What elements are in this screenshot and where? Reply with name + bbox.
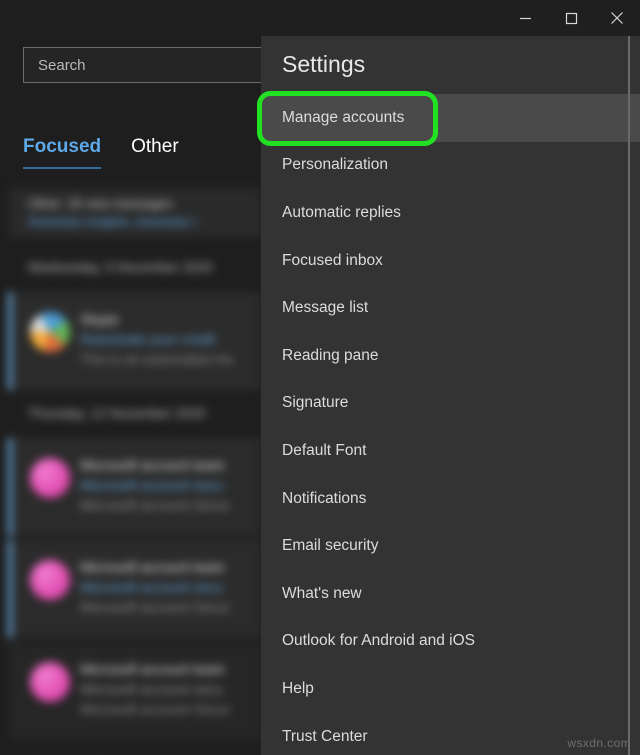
- maximize-icon: [565, 12, 578, 25]
- sender-name: Microsoft account team: [80, 559, 225, 575]
- date-separator: Thursday, 20 August 2020: [8, 744, 261, 755]
- sender-name: Skype: [80, 311, 119, 327]
- search-box[interactable]: [23, 47, 261, 83]
- preview-text: This is an automated me: [80, 351, 233, 367]
- settings-item-outlook-for-android-and-ios[interactable]: Outlook for Android and iOS: [261, 618, 640, 666]
- settings-item-label: Notifications: [282, 490, 366, 508]
- tab-other[interactable]: Other: [131, 134, 179, 169]
- outlook-mail-window: Focused Other Other: 25 new messages Asa…: [0, 0, 640, 755]
- settings-item-signature[interactable]: Signature: [261, 380, 640, 428]
- settings-item-reading-pane[interactable]: Reading pane: [261, 332, 640, 380]
- settings-item-label: Reading pane: [282, 347, 379, 365]
- minimize-button[interactable]: [502, 0, 548, 36]
- settings-item-label: Signature: [282, 394, 348, 412]
- title-bar: [0, 0, 640, 36]
- selection-indicator: [8, 292, 12, 390]
- settings-item-automatic-replies[interactable]: Automatic replies: [261, 189, 640, 237]
- settings-item-default-font[interactable]: Default Font: [261, 427, 640, 475]
- watermark: wsxdn.com: [567, 736, 631, 750]
- preview-text: Microsoft account Secur: [80, 599, 230, 615]
- settings-item-help[interactable]: Help: [261, 665, 640, 713]
- close-icon: [610, 11, 624, 25]
- settings-item-notifications[interactable]: Notifications: [261, 475, 640, 523]
- avatar: [30, 560, 70, 600]
- settings-item-email-security[interactable]: Email security: [261, 522, 640, 570]
- page-title: Settings: [282, 51, 365, 78]
- avatar: [30, 458, 70, 498]
- settings-item-label: Personalization: [282, 156, 388, 174]
- date-separator: Thursday, 12 November 2020: [8, 390, 261, 438]
- subject-line: Reactivate your credit: [80, 331, 215, 347]
- settings-item-label: Focused inbox: [282, 252, 383, 270]
- date-separator-label: Thursday, 12 November 2020: [28, 406, 206, 421]
- other-messages-banner[interactable]: Other: 25 new messages Asanasty insights…: [8, 188, 261, 238]
- settings-scrollbar[interactable]: [628, 36, 630, 755]
- close-button[interactable]: [594, 0, 640, 36]
- settings-panel: Settings Manage accounts Personalization…: [261, 36, 640, 755]
- list-item[interactable]: Microsoft account team Microsoft account…: [8, 642, 261, 740]
- subject-line: Microsoft account secu: [80, 579, 223, 595]
- list-item[interactable]: Microsoft account team Microsoft account…: [8, 438, 261, 536]
- subject-line: Microsoft account secu: [80, 681, 223, 697]
- preview-text: Microsoft account Secur: [80, 701, 230, 717]
- preview-text: Microsoft account Secur: [80, 497, 230, 513]
- settings-item-label: What's new: [282, 585, 362, 603]
- date-separator: Wednesday, 9 December 2020: [8, 244, 261, 292]
- settings-item-whats-new[interactable]: What's new: [261, 570, 640, 618]
- banner-line-1: Other: 25 new messages: [28, 196, 173, 211]
- mail-list-pane: Focused Other Other: 25 new messages Asa…: [0, 36, 261, 755]
- settings-item-label: Default Font: [282, 442, 366, 460]
- selection-indicator: [8, 438, 12, 536]
- sender-name: Microsoft account team: [80, 457, 225, 473]
- settings-item-label: Outlook for Android and iOS: [282, 632, 475, 650]
- settings-item-label: Message list: [282, 299, 368, 317]
- search-input[interactable]: [24, 57, 261, 74]
- avatar: [30, 662, 70, 702]
- settings-item-personalization[interactable]: Personalization: [261, 142, 640, 190]
- settings-item-label: Manage accounts: [282, 109, 404, 127]
- list-item[interactable]: Skype Reactivate your credit This is an …: [8, 292, 261, 390]
- date-separator-label: Wednesday, 9 December 2020: [28, 260, 213, 275]
- banner-line-2: Asanasty insights, Asanasty I: [28, 214, 196, 229]
- inbox-tabs: Focused Other: [23, 134, 179, 169]
- selection-indicator: [8, 540, 12, 638]
- window-controls: [502, 0, 640, 36]
- settings-item-label: Help: [282, 680, 314, 698]
- tab-focused[interactable]: Focused: [23, 134, 101, 169]
- settings-item-focused-inbox[interactable]: Focused inbox: [261, 237, 640, 285]
- list-item[interactable]: Microsoft account team Microsoft account…: [8, 540, 261, 638]
- subject-line: Microsoft account secu: [80, 477, 223, 493]
- settings-item-manage-accounts[interactable]: Manage accounts: [261, 94, 640, 142]
- sender-name: Microsoft account team: [80, 661, 225, 677]
- maximize-button[interactable]: [548, 0, 594, 36]
- settings-item-message-list[interactable]: Message list: [261, 284, 640, 332]
- settings-item-label: Automatic replies: [282, 204, 401, 222]
- settings-item-label: Email security: [282, 537, 378, 555]
- settings-menu: Manage accounts Personalization Automati…: [261, 94, 640, 755]
- settings-item-label: Trust Center: [282, 728, 368, 746]
- avatar: [30, 312, 70, 352]
- minimize-icon: [519, 12, 532, 25]
- message-list: Other: 25 new messages Asanasty insights…: [0, 188, 261, 755]
